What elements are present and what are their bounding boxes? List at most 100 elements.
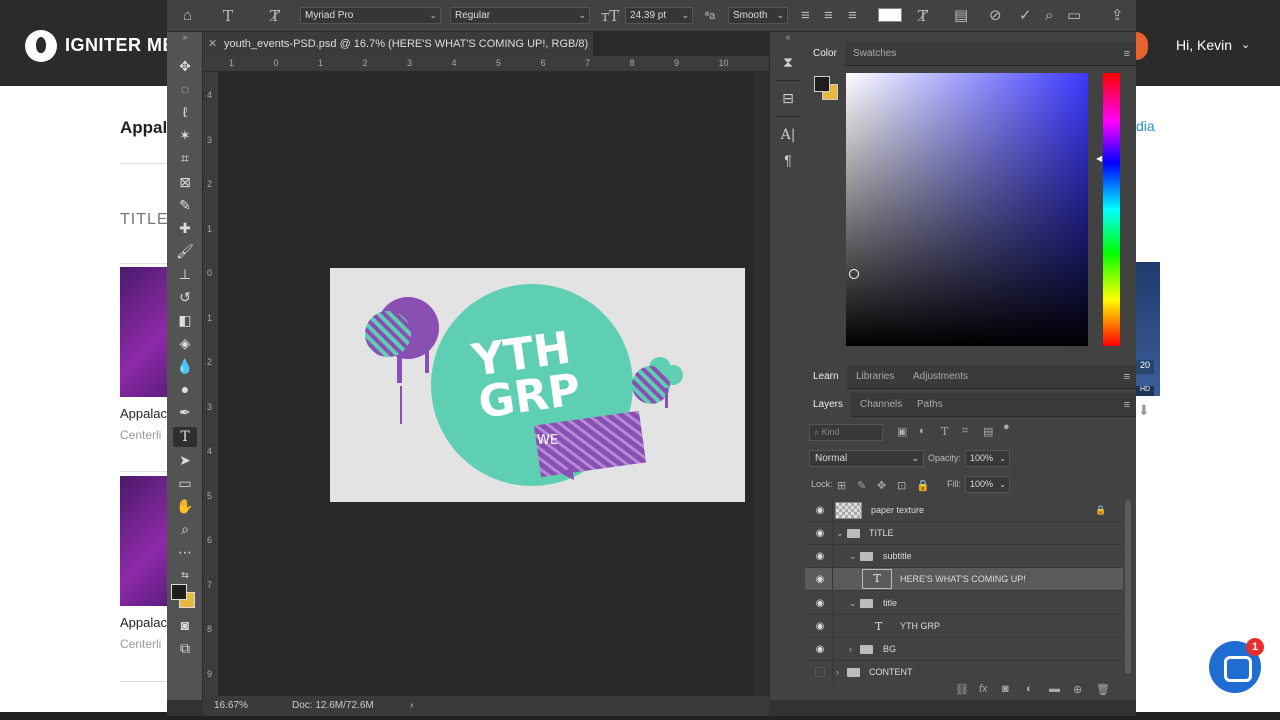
path-selection-tool-icon[interactable]: ➤	[173, 450, 197, 470]
tab-swatches[interactable]: Swatches	[845, 42, 904, 66]
horizontal-ruler[interactable]: 1 0 1 2 3 4 5 6 7 8 9 10	[203, 56, 769, 72]
new-layer-icon[interactable]: ⊕	[1073, 683, 1082, 696]
share-icon[interactable]: ⇪	[1111, 7, 1124, 25]
screen-mode-icon[interactable]: ⧉	[173, 638, 197, 658]
visibility-eye-icon[interactable]: ◉	[813, 522, 827, 545]
blend-mode-select[interactable]: Normal ⌄	[809, 450, 924, 467]
panel-collapse-icon[interactable]: »	[167, 32, 203, 44]
tab-libraries[interactable]: Libraries	[848, 365, 902, 389]
trash-icon[interactable]: 🗑	[1096, 683, 1110, 696]
tab-paths[interactable]: Paths	[909, 393, 951, 417]
layer-row[interactable]: ◉ T YTH GRP	[805, 615, 1123, 638]
font-style-select[interactable]: Regular ⌄	[450, 7, 590, 24]
history-brush-tool-icon[interactable]: ↺	[173, 287, 197, 307]
chevron-down-icon[interactable]: ⌄	[849, 592, 857, 615]
opacity-field[interactable]: 100% ⌄	[965, 450, 1010, 467]
home-icon[interactable]: ⌂	[183, 7, 192, 25]
layer-name[interactable]: CONTENT	[869, 661, 913, 684]
swap-colors-icon[interactable]: ⇆	[173, 565, 197, 585]
list-item-thumbnail[interactable]	[120, 267, 170, 397]
visibility-eye-icon[interactable]: ◉	[813, 638, 827, 661]
clone-stamp-tool-icon[interactable]: ⊥	[173, 264, 197, 284]
align-left-icon[interactable]: ≡	[801, 7, 810, 25]
list-item-title[interactable]: Appalac	[120, 615, 167, 630]
document-artboard[interactable]: YTH GRP WE	[330, 268, 745, 502]
history-panel-icon[interactable]: ⧗	[778, 52, 798, 72]
visibility-toggle-empty[interactable]	[815, 667, 825, 677]
list-item-title[interactable]: Appalac	[120, 406, 167, 421]
visibility-eye-icon[interactable]: ◉	[813, 499, 827, 522]
color-picker-handle[interactable]	[849, 269, 859, 279]
canvas-area[interactable]: YTH GRP WE	[219, 72, 753, 696]
tab-channels[interactable]: Channels	[852, 393, 910, 417]
layer-row[interactable]: ◉ ⌄ TITLE	[805, 522, 1123, 545]
layer-name[interactable]: BG	[883, 638, 896, 661]
list-item-thumbnail[interactable]	[120, 476, 170, 606]
new-group-icon[interactable]: ▬	[1049, 683, 1060, 695]
search-icon[interactable]: ⌕	[1045, 7, 1053, 25]
layer-name[interactable]: HERE'S WHAT'S COMING UP!	[900, 568, 1026, 591]
adjustment-layer-icon[interactable]: ◐	[1026, 683, 1033, 695]
paint-bucket-tool-icon[interactable]: ◈	[173, 333, 197, 353]
tab-layers[interactable]: Layers	[805, 393, 852, 417]
document-tab[interactable]: ✕ youth_events-PSD.psd @ 16.7% (HERE'S W…	[203, 32, 593, 74]
user-greeting[interactable]: Hi, Kevin	[1176, 37, 1232, 53]
chevron-down-icon[interactable]: ⌄	[836, 522, 844, 545]
marquee-tool-icon[interactable]: ◌	[173, 79, 197, 99]
cancel-edit-icon[interactable]: ⊘	[989, 7, 1002, 25]
commit-edit-icon[interactable]: ✓	[1019, 7, 1032, 25]
healing-brush-tool-icon[interactable]: ✚	[173, 218, 197, 238]
lock-transparency-icon[interactable]: ⊞	[837, 479, 846, 492]
download-icon[interactable]: ⬇	[1138, 402, 1150, 419]
character-panel-icon[interactable]: A|	[778, 125, 798, 145]
layer-row[interactable]: ◉ paper texture 🔒	[805, 499, 1123, 522]
paragraph-panel-icon[interactable]: ¶	[778, 150, 798, 170]
layer-row[interactable]: ◉ › BG	[805, 638, 1123, 661]
type-tool-preset-icon[interactable]: T	[223, 7, 233, 25]
media-link[interactable]: dia	[1136, 118, 1155, 134]
media-thumbnail[interactable]	[1136, 262, 1160, 396]
lock-position-icon[interactable]: ✥	[877, 479, 886, 492]
chevron-right-icon[interactable]: ›	[836, 661, 839, 684]
color-foreground-swatch[interactable]	[814, 76, 830, 92]
hue-slider-marker[interactable]: ◀	[1096, 154, 1102, 163]
flame-logo-icon[interactable]	[25, 30, 57, 62]
layer-name[interactable]: paper texture	[871, 499, 924, 522]
chevron-right-icon[interactable]: ›	[849, 638, 852, 661]
tab-color[interactable]: Color	[805, 42, 845, 66]
link-layers-icon[interactable]: ⛓	[955, 683, 969, 696]
user-avatar[interactable]	[1136, 32, 1148, 60]
move-tool-icon[interactable]: ✥	[173, 56, 197, 76]
vertical-scrollbar[interactable]	[753, 72, 769, 696]
layer-row[interactable]: › CONTENT	[805, 661, 1123, 684]
text-color-swatch[interactable]	[878, 8, 902, 22]
quick-mask-icon[interactable]: ◙	[173, 615, 197, 635]
layer-style-icon[interactable]: fx	[979, 683, 988, 695]
type-filter-icon[interactable]: T	[941, 425, 948, 438]
font-size-select[interactable]: 24.39 pt ⌄	[625, 7, 693, 24]
type-tool-icon[interactable]: T	[173, 427, 197, 447]
more-tools-icon[interactable]: ⋯	[173, 542, 197, 562]
workspace-icon[interactable]: ▭	[1067, 7, 1081, 25]
site-brand[interactable]: IGNITER ME	[65, 35, 175, 56]
layer-mask-icon[interactable]: ◙	[1002, 683, 1009, 695]
panel-menu-icon[interactable]: ≡	[1124, 371, 1130, 383]
visibility-eye-icon[interactable]: ◉	[813, 545, 827, 568]
filter-toggle-icon[interactable]: ●	[1003, 421, 1010, 433]
panel-collapse-icon[interactable]: «	[770, 32, 806, 44]
zoom-tool-icon[interactable]: ⌕	[173, 519, 197, 539]
vertical-ruler[interactable]: 4 3 2 1 0 1 2 3 4 5 6 7 8 9	[203, 72, 219, 696]
tab-learn[interactable]: Learn	[805, 365, 847, 389]
dodge-tool-icon[interactable]: ●	[173, 379, 197, 399]
font-family-select[interactable]: Myriad Pro ⌄	[300, 7, 441, 24]
align-center-icon[interactable]: ≡	[824, 7, 833, 25]
visibility-eye-icon[interactable]: ◉	[813, 568, 827, 591]
brush-tool-icon[interactable]: 🖌	[173, 241, 197, 261]
lock-all-icon[interactable]: 🔒	[916, 479, 930, 492]
chevron-down-icon[interactable]: ⌄	[849, 545, 857, 568]
eraser-tool-icon[interactable]: ◧	[173, 310, 197, 330]
layers-scrollbar[interactable]	[1125, 500, 1131, 674]
chevron-down-icon[interactable]: ⌄	[1241, 38, 1250, 51]
visibility-eye-icon[interactable]: ◉	[813, 615, 827, 638]
pen-tool-icon[interactable]: ✒	[173, 402, 197, 422]
